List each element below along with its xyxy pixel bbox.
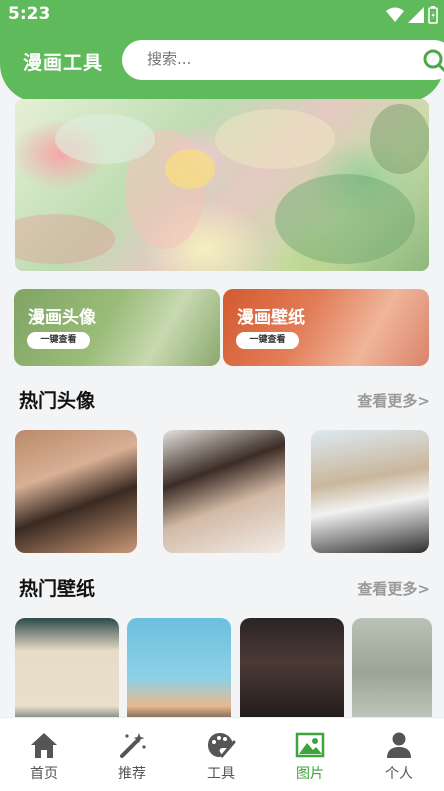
wallpaper-thumbnail[interactable] (352, 618, 432, 728)
nav-item-home[interactable]: 首页 (0, 718, 88, 791)
palette-icon (208, 733, 236, 758)
status-time: 5:23 (8, 4, 51, 24)
status-bar: 5:23 (0, 0, 444, 30)
search-icon[interactable] (422, 48, 444, 74)
wifi-icon (386, 7, 404, 22)
view-avatar-button[interactable]: 一键查看 (27, 332, 90, 349)
category-title: 漫画壁纸 (237, 308, 305, 328)
category-title: 漫画头像 (28, 308, 96, 328)
image-icon (295, 732, 325, 758)
featured-banner-image[interactable] (15, 99, 429, 271)
magic-wand-icon (120, 733, 146, 758)
app-header: 漫画工具 (0, 30, 444, 102)
nav-label-home: 首页 (30, 766, 58, 782)
category-card-wallpaper[interactable]: 漫画壁纸 一键查看 (223, 289, 429, 366)
home-icon (31, 733, 57, 758)
battery-icon (428, 6, 438, 24)
hot-wallpapers-more-link[interactable]: 查看更多> (357, 578, 430, 599)
nav-item-profile[interactable]: 个人 (355, 718, 443, 791)
status-icons (386, 6, 438, 24)
banner-artwork (15, 104, 429, 264)
hot-avatars-more-link[interactable]: 查看更多> (357, 390, 430, 411)
wallpaper-thumbnail[interactable] (127, 618, 231, 728)
app-title: 漫画工具 (23, 52, 104, 74)
nav-item-tools[interactable]: 工具 (177, 718, 265, 791)
bottom-navigation: 首页 推荐 工具 图片 个人 (0, 717, 444, 791)
app-screen: 5:23 漫画工具 漫画头像 一键查看 (0, 0, 444, 791)
wallpaper-thumbnail[interactable] (15, 618, 119, 728)
nav-label-images: 图片 (296, 766, 324, 782)
nav-label-tools: 工具 (207, 766, 235, 782)
view-wallpaper-button[interactable]: 一键查看 (236, 332, 299, 349)
search-bar[interactable] (122, 40, 444, 80)
hot-avatars-title: 热门头像 (19, 390, 96, 412)
hot-wallpapers-title: 热门壁纸 (19, 578, 96, 600)
nav-item-recommend[interactable]: 推荐 (88, 718, 176, 791)
nav-item-images[interactable]: 图片 (266, 718, 354, 791)
wallpaper-thumbnail[interactable] (240, 618, 344, 728)
nav-label-recommend: 推荐 (118, 766, 146, 782)
nav-label-profile: 个人 (385, 766, 413, 782)
signal-icon (408, 7, 424, 23)
search-input[interactable] (147, 50, 407, 68)
avatar-thumbnail[interactable] (311, 430, 429, 553)
avatar-thumbnail[interactable] (163, 430, 285, 553)
category-card-avatar[interactable]: 漫画头像 一键查看 (14, 289, 220, 366)
person-icon (387, 732, 411, 758)
avatar-thumbnail[interactable] (15, 430, 137, 553)
